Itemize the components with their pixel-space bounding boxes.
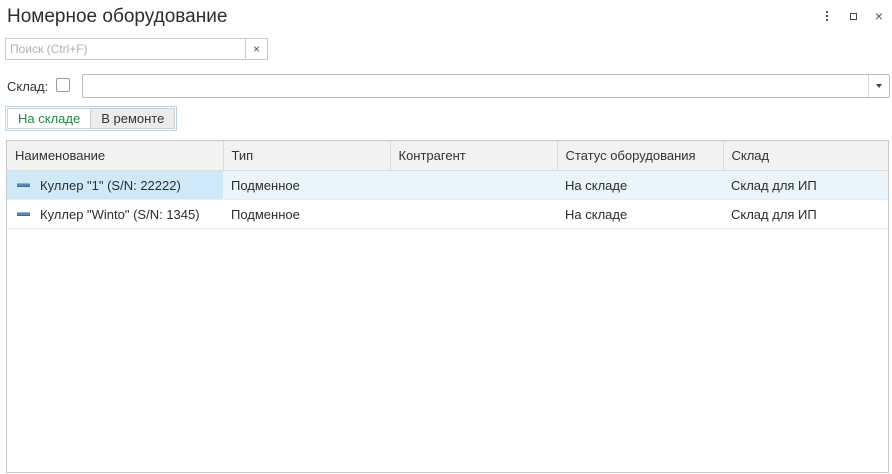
cell-name[interactable]: Куллер "1" (S/N: 22222) — [7, 170, 223, 200]
table-row[interactable]: Куллер "Winto" (S/N: 1345) Подменное На … — [7, 199, 888, 229]
cell-warehouse[interactable]: Склад для ИП — [723, 199, 888, 229]
clear-icon: × — [252, 42, 260, 56]
cell-type[interactable]: Подменное — [223, 170, 390, 200]
column-header-type[interactable]: Тип — [223, 141, 391, 171]
search-clear-button[interactable]: × — [246, 38, 268, 60]
cell-type[interactable]: Подменное — [223, 199, 390, 229]
search-input[interactable] — [5, 38, 246, 60]
cell-name[interactable]: Куллер "Winto" (S/N: 1345) — [7, 199, 223, 229]
close-icon: × — [874, 8, 884, 24]
kebab-menu-icon — [826, 11, 828, 21]
equipment-table: Наименование Тип Контрагент Статус обору… — [6, 140, 889, 473]
table-row[interactable]: Куллер "1" (S/N: 22222) Подменное На скл… — [7, 170, 888, 200]
cell-counterparty[interactable] — [390, 170, 557, 200]
table-header-row: Наименование Тип Контрагент Статус обору… — [7, 141, 888, 171]
maximize-button[interactable] — [840, 6, 866, 26]
warehouse-select[interactable] — [82, 74, 890, 98]
equipment-form-window: Номерное оборудование × × Склад: На скла… — [0, 0, 892, 474]
column-header-warehouse[interactable]: Склад — [723, 141, 888, 171]
equipment-item-icon — [17, 183, 30, 188]
cell-name-text: Куллер "Winto" (S/N: 1345) — [40, 206, 200, 222]
more-actions-button[interactable] — [814, 6, 840, 26]
column-header-status[interactable]: Статус оборудования — [557, 141, 724, 171]
window-controls: × — [814, 6, 892, 26]
equipment-item-icon — [17, 212, 30, 217]
column-header-name[interactable]: Наименование — [7, 141, 224, 171]
cell-warehouse[interactable]: Склад для ИП — [723, 170, 888, 200]
status-tabs: На складе В ремонте — [5, 106, 178, 131]
cell-status[interactable]: На складе — [557, 199, 723, 229]
cell-name-text: Куллер "1" (S/N: 22222) — [40, 177, 181, 193]
chevron-down-icon — [876, 84, 882, 88]
warehouse-filter-label: Склад: — [7, 79, 49, 94]
maximize-icon — [849, 12, 857, 20]
warehouse-filter-checkbox[interactable] — [56, 78, 70, 92]
cell-status[interactable]: На складе — [557, 170, 723, 200]
tab-in-stock[interactable]: На складе — [7, 108, 92, 129]
close-button[interactable]: × — [866, 6, 892, 26]
page-title: Номерное оборудование — [7, 6, 228, 27]
tab-in-repair[interactable]: В ремонте — [91, 108, 176, 129]
cell-counterparty[interactable] — [390, 199, 557, 229]
warehouse-dropdown-button[interactable] — [868, 75, 889, 97]
column-header-counterparty[interactable]: Контрагент — [390, 141, 558, 171]
